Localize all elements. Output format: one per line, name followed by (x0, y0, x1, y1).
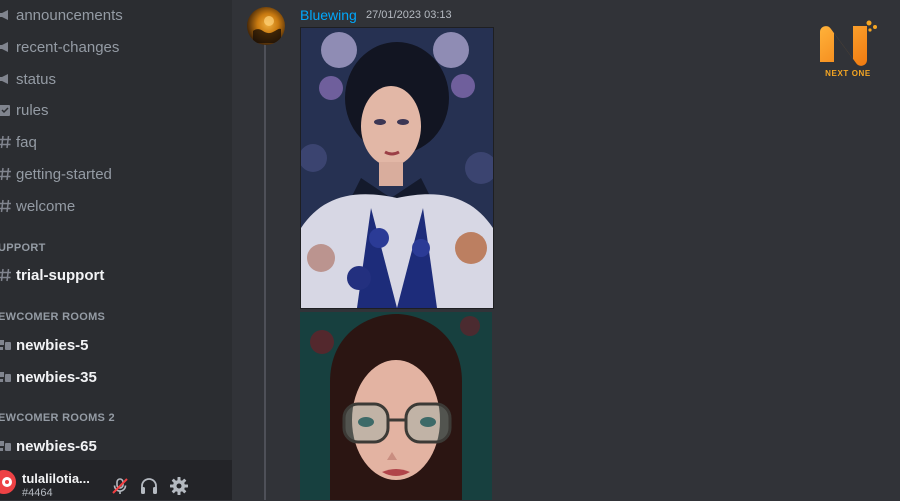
username: tulalilotia... (22, 471, 90, 486)
reply-thread-line (264, 44, 266, 500)
message-timestamp: 27/01/2023 03:13 (366, 9, 452, 21)
hashtag-icon (0, 198, 13, 214)
message-author[interactable]: Bluewing (300, 7, 357, 23)
announcement-icon (0, 7, 13, 23)
channel-recent-changes[interactable]: recent-changes (0, 35, 200, 59)
logo-text: NEXT ONE (825, 69, 871, 78)
channel-trial-support[interactable]: trial-support (0, 263, 200, 287)
thread-channel-icon (0, 438, 13, 454)
channel-announcements[interactable]: announcements (0, 3, 200, 27)
channel-status[interactable]: status (0, 67, 200, 91)
hashtag-icon (0, 267, 13, 283)
channel-label: rules (16, 101, 49, 119)
hashtag-icon (0, 166, 13, 182)
thread-channel-icon (0, 369, 13, 385)
channel-label: newbies-5 (16, 336, 89, 354)
author-avatar[interactable] (247, 7, 285, 45)
hashtag-icon (0, 134, 13, 150)
channel-label: getting-started (16, 165, 112, 183)
category-newcomer-rooms[interactable]: EWCOMER ROOMS (0, 311, 105, 323)
channel-label: status (16, 70, 57, 88)
channel-newbies-5[interactable]: newbies-5 (0, 333, 200, 357)
channel-getting-started[interactable]: getting-started (0, 162, 200, 186)
channel-faq[interactable]: faq (0, 130, 200, 154)
channel-label: trial-support (16, 266, 105, 284)
user-tag: #4464 (22, 487, 53, 499)
announcement-icon (0, 39, 13, 55)
category-support[interactable]: UPPORT (0, 242, 46, 254)
channel-label: announcements (16, 6, 123, 24)
headphones-icon[interactable] (139, 476, 159, 496)
image-attachment-portrait-2[interactable] (300, 312, 492, 500)
category-newcomer-rooms-2[interactable]: EWCOMER ROOMS 2 (0, 412, 115, 424)
announcement-icon (0, 71, 13, 87)
muted-mic-icon[interactable] (110, 476, 130, 496)
channel-label: welcome (16, 197, 76, 215)
thread-channel-icon (0, 337, 13, 353)
channel-label: faq (16, 133, 37, 151)
channel-welcome[interactable]: welcome (0, 194, 200, 218)
channel-sidebar: announcements recent-changes status rule… (0, 0, 232, 500)
channel-newbies-65[interactable]: newbies-65 (0, 434, 200, 458)
user-avatar[interactable] (0, 470, 16, 494)
channel-label: recent-changes (16, 38, 120, 56)
gear-icon[interactable] (169, 476, 189, 496)
rules-icon (0, 102, 13, 118)
channel-label: newbies-65 (16, 437, 97, 455)
channel-label: newbies-35 (16, 368, 97, 386)
channel-rules[interactable]: rules (0, 98, 200, 122)
image-attachment-portrait-1[interactable] (300, 27, 494, 309)
channel-newbies-35[interactable]: newbies-35 (0, 365, 200, 389)
